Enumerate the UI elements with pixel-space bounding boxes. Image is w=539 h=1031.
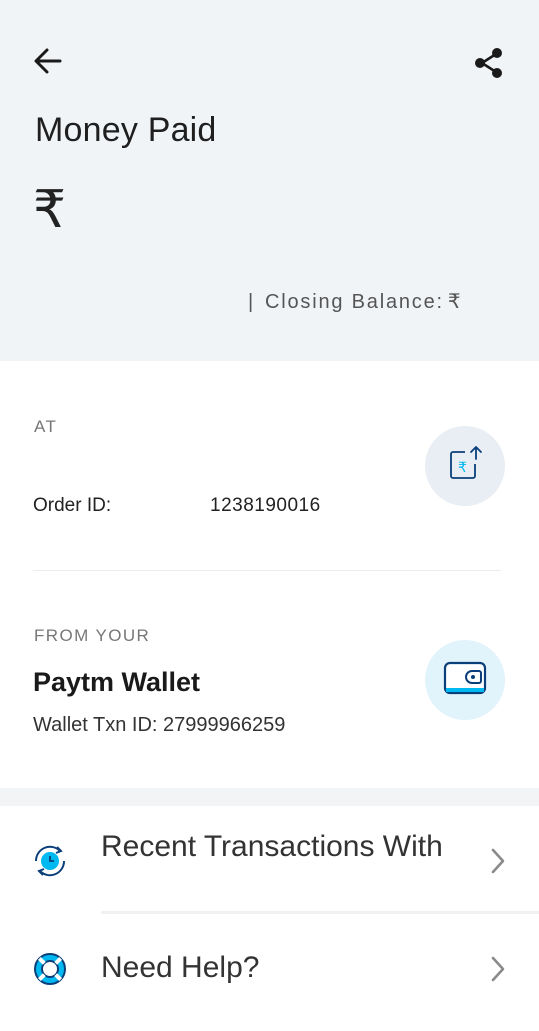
source-section-label: FROM YOUR [34, 626, 151, 645]
page-title: Money Paid [35, 111, 217, 149]
order-id-label: Order ID: [33, 495, 112, 516]
section-divider [33, 570, 501, 571]
recent-transactions-icon [30, 841, 70, 881]
row-divider [101, 911, 539, 914]
need-help-row[interactable]: Need Help? [0, 916, 539, 1020]
amount-currency-symbol: ₹ [33, 180, 67, 240]
recent-transactions-row[interactable]: Recent Transactions With [0, 808, 539, 912]
closing-balance-currency: ₹ [447, 289, 463, 313]
wallet-txn-id: Wallet Txn ID: 27999966259 [33, 714, 286, 736]
closing-balance-label: Closing Balance: [265, 291, 444, 313]
closing-balance-separator: | [248, 291, 255, 313]
section-gap [0, 788, 539, 806]
back-arrow-icon[interactable] [30, 45, 66, 77]
need-help-label: Need Help? [101, 951, 260, 984]
source-avatar [425, 640, 505, 720]
rupee-payment-icon: ₹ [445, 444, 485, 489]
source-name: Paytm Wallet [33, 667, 201, 697]
payee-avatar: ₹ [425, 426, 505, 506]
svg-text:₹: ₹ [458, 460, 467, 476]
share-icon[interactable] [470, 44, 508, 82]
lifebuoy-help-icon [30, 949, 70, 989]
order-id-value: 1238190016 [210, 495, 321, 516]
payee-section-label: AT [34, 417, 58, 436]
closing-balance: | Closing Balance: ₹ [248, 289, 462, 314]
chevron-right-icon [487, 954, 509, 984]
recent-transactions-label: Recent Transactions With [101, 830, 443, 863]
chevron-right-icon [487, 846, 509, 876]
wallet-icon [442, 658, 488, 703]
